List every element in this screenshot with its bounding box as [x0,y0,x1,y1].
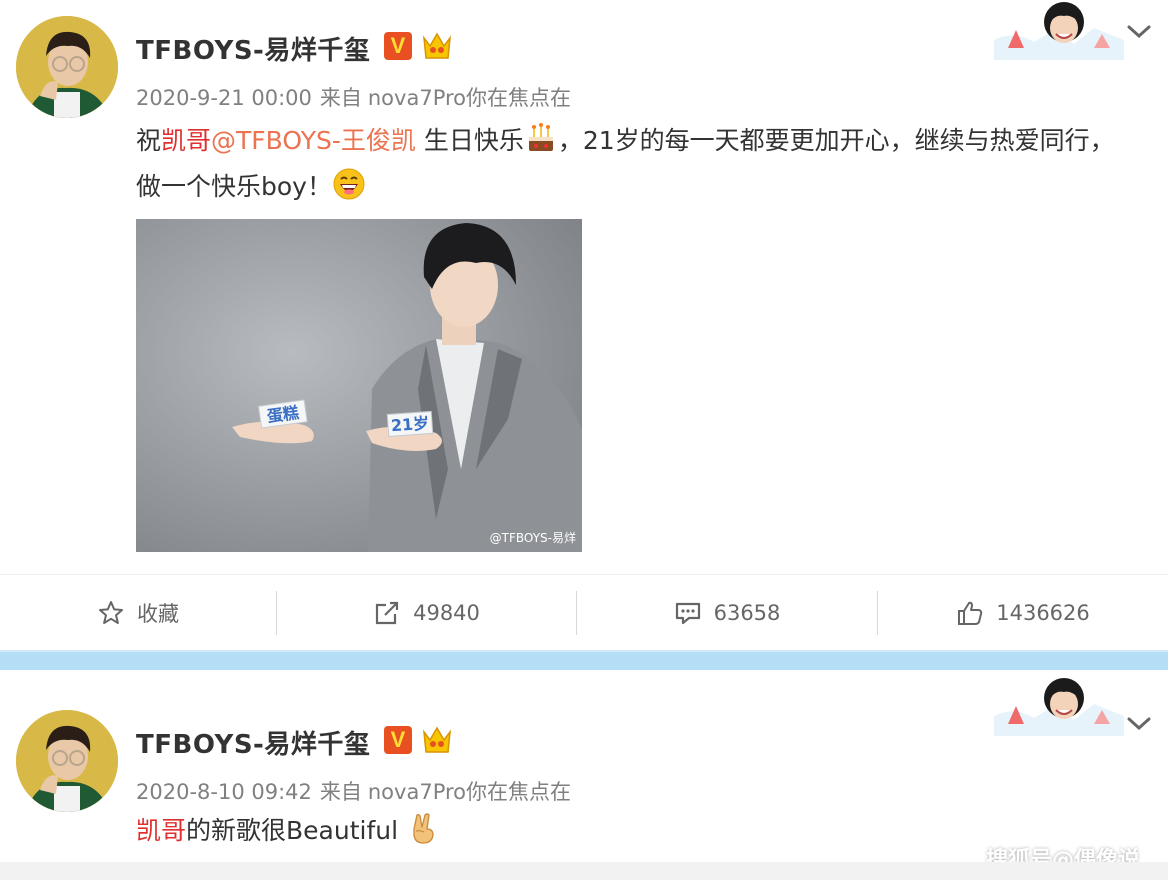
source-prefix: 来自 [319,86,362,110]
weibo-post: TFBOYS-易烊千玺 V 2020-9-21 00:00 来自 nova7Pro你… [0,0,1168,650]
username[interactable]: TFBOYS-易烊千玺 [136,724,370,761]
text-segment: 祝 [136,126,162,155]
post-meta: 2020-9-21 00:00 来自 nova7Pro你在焦点在 [136,82,571,112]
favorite-button[interactable]: 收藏 [0,575,276,651]
vip-crown-icon [422,726,452,753]
source-device[interactable]: nova7Pro你在焦点在 [368,780,571,804]
vip-crown-icon [422,32,452,59]
action-bar: 收藏 49840 63658 1436626 [0,574,1168,650]
next-post-edge [0,862,1168,880]
post-body: 祝凯哥@TFBOYS-王俊凯 生日快乐 ，21岁的每一天都要更加开心，继续与热爱… [136,118,1126,210]
verified-badge: V [384,32,412,60]
laughing-emoji-icon [333,168,365,200]
mention-link[interactable]: @TFBOYS-王俊凯 [211,126,416,155]
verified-badge: V [384,726,412,754]
cake-emoji-icon [528,123,553,151]
post-meta: 2020-8-10 09:42 来自 nova7Pro你在焦点在 [136,776,571,806]
highlight-text: 凯哥 [161,126,212,155]
image-watermark: @TFBOYS-易烊 [489,531,576,545]
post-timestamp[interactable]: 2020-8-10 09:42 [136,780,312,804]
favorite-label: 收藏 [137,602,179,626]
image-card-right-text: 21岁 [390,414,430,436]
chevron-down-icon[interactable] [1126,24,1152,40]
comment-button[interactable]: 63658 [577,575,877,651]
username[interactable]: TFBOYS-易烊千玺 [136,30,370,67]
text-segment: 的新歌很Beautiful [186,816,399,845]
star-icon [99,601,123,624]
repost-count: 49840 [413,601,480,625]
card-decoration-icon [994,2,1124,60]
share-icon [375,601,399,625]
card-decoration-icon [994,678,1124,736]
thumbs-up-icon [958,601,983,625]
victory-hand-emoji-icon [413,813,434,844]
comment-count: 63658 [713,601,781,625]
post-timestamp[interactable]: 2020-9-21 00:00 [136,86,312,110]
source-device[interactable]: nova7Pro你在焦点在 [368,86,571,110]
feed-separator [0,650,1168,670]
comment-icon [675,602,700,625]
like-count: 1436626 [996,601,1090,625]
chevron-down-icon[interactable] [1126,716,1152,732]
avatar[interactable] [16,16,118,118]
highlight-text: 凯哥 [136,816,187,845]
post-body: 凯哥的新歌很Beautiful [136,808,1126,854]
like-button[interactable]: 1436626 [878,575,1168,651]
source-prefix: 来自 [319,780,362,804]
text-segment: 生日快乐 [415,126,524,155]
post-image[interactable]: 蛋糕 21岁 @TFBOYS-易烊 [136,219,582,552]
repost-button[interactable]: 49840 [277,575,576,651]
avatar[interactable] [16,710,118,812]
